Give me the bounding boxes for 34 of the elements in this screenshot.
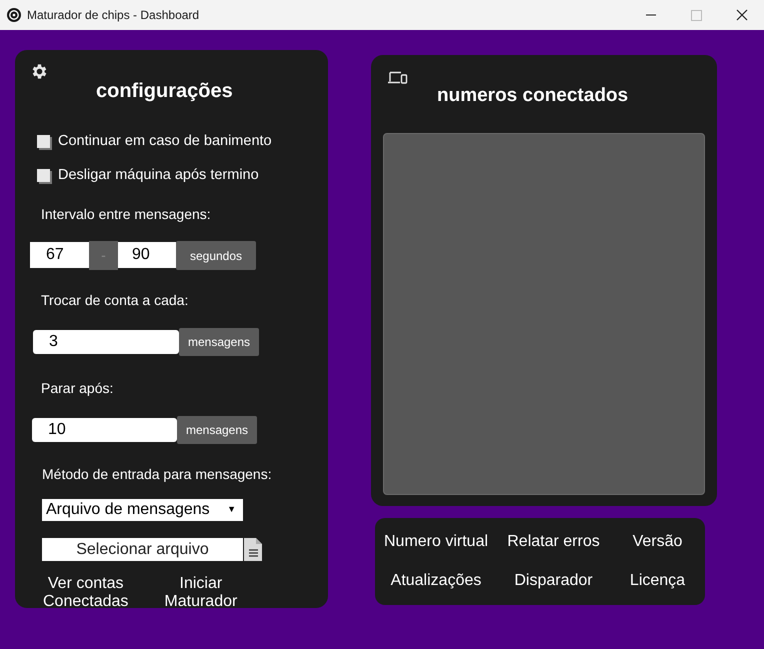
checkbox[interactable] (37, 169, 50, 182)
separator: - (89, 241, 118, 270)
field-label: Intervalo entre mensagens: (41, 205, 212, 224)
link[interactable]: Atualizações (375, 569, 497, 594)
app-icon (7, 8, 21, 22)
checkbox[interactable] (37, 135, 50, 148)
checkbox-label: Desligar máquina após termino (58, 166, 259, 185)
input-field[interactable]: 3 (33, 330, 179, 354)
link[interactable]: Numero virtual (375, 530, 497, 554)
action-button[interactable]: Iniciar Maturador (164, 575, 238, 611)
link[interactable]: Licença (610, 569, 705, 594)
unit-label: mensagens (177, 416, 257, 444)
unit-label: segundos (176, 241, 256, 270)
input-field[interactable]: 10 (32, 418, 177, 442)
link[interactable]: Versão (610, 530, 705, 554)
link[interactable]: Disparador (497, 569, 610, 594)
action-button[interactable]: Ver contas Conectadas (43, 575, 128, 611)
settings-icon (30, 62, 49, 81)
panel-title: numeros conectados (437, 84, 628, 108)
devices-icon (388, 71, 408, 85)
field-label: Método de entrada para mensagens: (42, 465, 273, 484)
unit-label: mensagens (179, 328, 259, 356)
input-field[interactable]: 67 (30, 242, 89, 268)
checkbox-label: Continuar em caso de banimento (58, 132, 272, 151)
panel-title: configurações (96, 79, 233, 104)
field-label: Parar após: (41, 379, 114, 398)
link[interactable]: Relatar erros (497, 530, 610, 554)
window-title: Maturador de chips - Dashboard (27, 7, 200, 24)
dropdown[interactable]: Arquivo de mensagens ▼ (42, 499, 243, 521)
input-field[interactable]: 90 (118, 242, 176, 268)
field-label: Trocar de conta a cada: (41, 291, 190, 310)
close-icon[interactable] (736, 9, 748, 21)
file-icon[interactable] (243, 538, 263, 561)
select-file-button[interactable]: Selecionar arquivo (42, 538, 243, 561)
